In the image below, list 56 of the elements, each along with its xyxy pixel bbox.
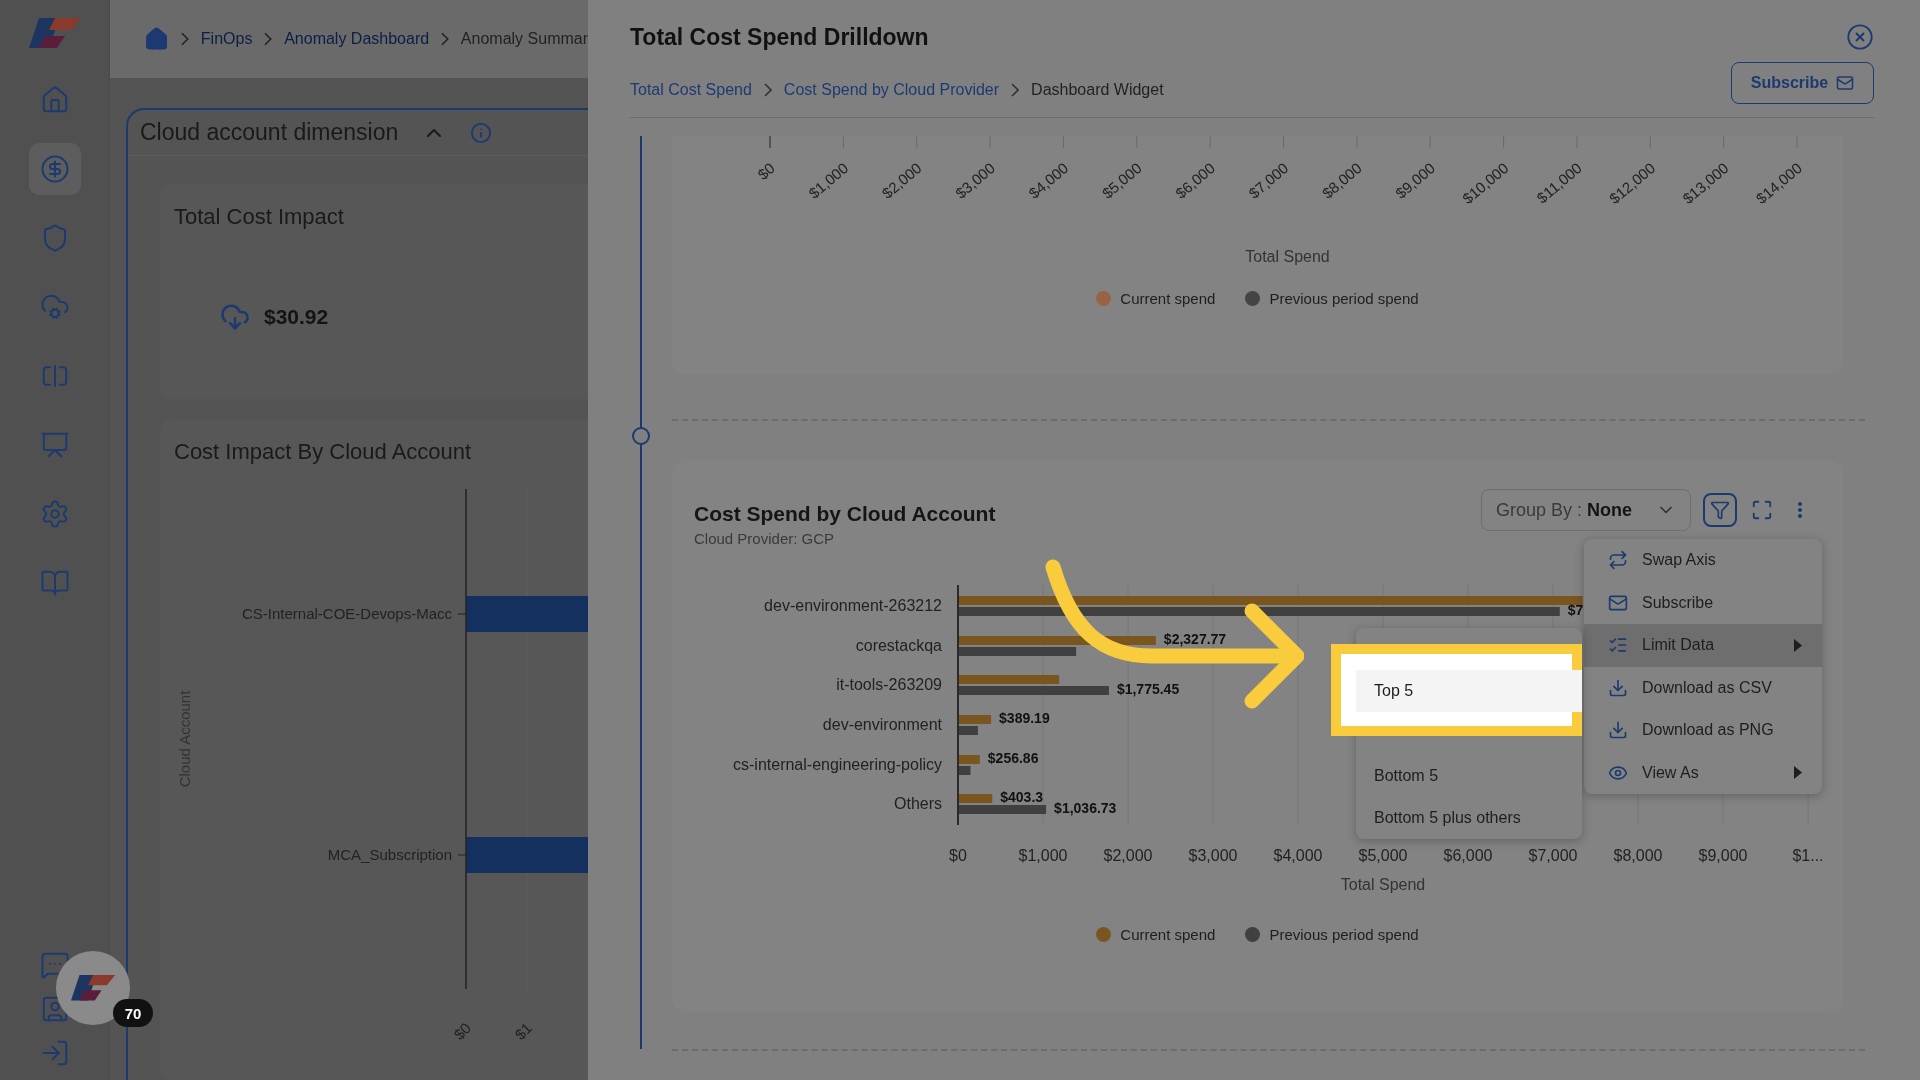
tick-label: $1,000 [1018, 847, 1068, 864]
legend-item: Current spend [1096, 926, 1216, 943]
menu-item[interactable]: View As [1584, 751, 1822, 794]
category-label: dev-environment-263212 [764, 597, 942, 614]
tick-label: $0 [949, 847, 967, 864]
menu-item[interactable]: Subscribe [1584, 581, 1822, 624]
tick-label: $1... [1792, 847, 1824, 864]
menu-item[interactable]: Download as CSV [1584, 666, 1822, 709]
breadcrumb-link[interactable]: Anomaly Dashboard [284, 30, 430, 48]
menu-item[interactable]: Download as PNG [1584, 709, 1822, 752]
tick-label: $6,000 [1443, 847, 1493, 864]
tick-label: $5,000 [1358, 847, 1408, 864]
menu-item[interactable]: Top 5 [1356, 670, 1582, 712]
menu-item[interactable]: Limit Data [1584, 624, 1822, 667]
value-label: $1,036.73 [1054, 800, 1117, 816]
category-label: corestackqa [855, 637, 942, 654]
legend-item: Previous period spend [1245, 290, 1419, 307]
tick-label: $8,000 [1613, 847, 1663, 864]
tick-label: $9,000 [1698, 847, 1748, 864]
breadcrumb-link[interactable]: Dashboard Widget [1031, 80, 1164, 99]
tick-label: $3,000 [1188, 847, 1238, 864]
value-label: $256.86 [987, 750, 1039, 766]
widget-subtitle: Cloud Provider: GCP [694, 530, 836, 547]
drawer-title: Total Cost Spend Drilldown [630, 23, 929, 51]
legend-item: Previous period spend [1245, 926, 1419, 943]
tick-label: $0 [754, 159, 778, 183]
value-label: $1,775.45 [1116, 681, 1180, 697]
value-label: $389.19 [999, 710, 1050, 726]
tick-label: $2,000 [1103, 847, 1153, 864]
value-label: $403.3 [1000, 789, 1044, 805]
menu-item[interactable]: Bottom 5 plus others [1356, 797, 1582, 839]
card-title: Cost Impact By Cloud Account [173, 438, 473, 465]
breadcrumb-link[interactable]: FinOps [200, 30, 253, 48]
value-label: $2,327.77 [1163, 631, 1227, 647]
tick-label: $4,000 [1273, 847, 1323, 864]
breadcrumb-link[interactable]: Anomaly Summar [460, 30, 588, 48]
card-title: Total Cost Impact [173, 203, 345, 230]
menu-item[interactable]: Swap Axis [1584, 539, 1822, 582]
axis-title: Total Spend [1340, 876, 1426, 893]
menu-item[interactable]: Bottom 5 [1356, 755, 1582, 797]
tick-label: $7,000 [1528, 847, 1578, 864]
category-label: dev-environment [822, 716, 942, 733]
category-label: cs-internal-engineering-policy [733, 756, 942, 773]
legend-item: Current spend [1096, 290, 1216, 307]
group-by-select[interactable]: Group By : None [1481, 489, 1691, 531]
count-badge: 70 [113, 999, 153, 1027]
category-label: it-tools-263209 [836, 676, 942, 693]
panel-title: Cloud account dimension [140, 119, 399, 146]
breadcrumb-link[interactable]: Cost Spend by Cloud Provider [783, 80, 1000, 99]
widget-title: Cost Spend by Cloud Account [694, 502, 996, 526]
axis-title: Total Spend [1245, 248, 1330, 266]
cost-value: $30.92 [264, 305, 329, 329]
value-label: $7 [1567, 602, 1584, 618]
breadcrumb-link[interactable]: Total Cost Spend [630, 80, 752, 99]
subscribe-button[interactable]: Subscribe [1731, 61, 1874, 104]
category-label: Others [894, 795, 942, 812]
